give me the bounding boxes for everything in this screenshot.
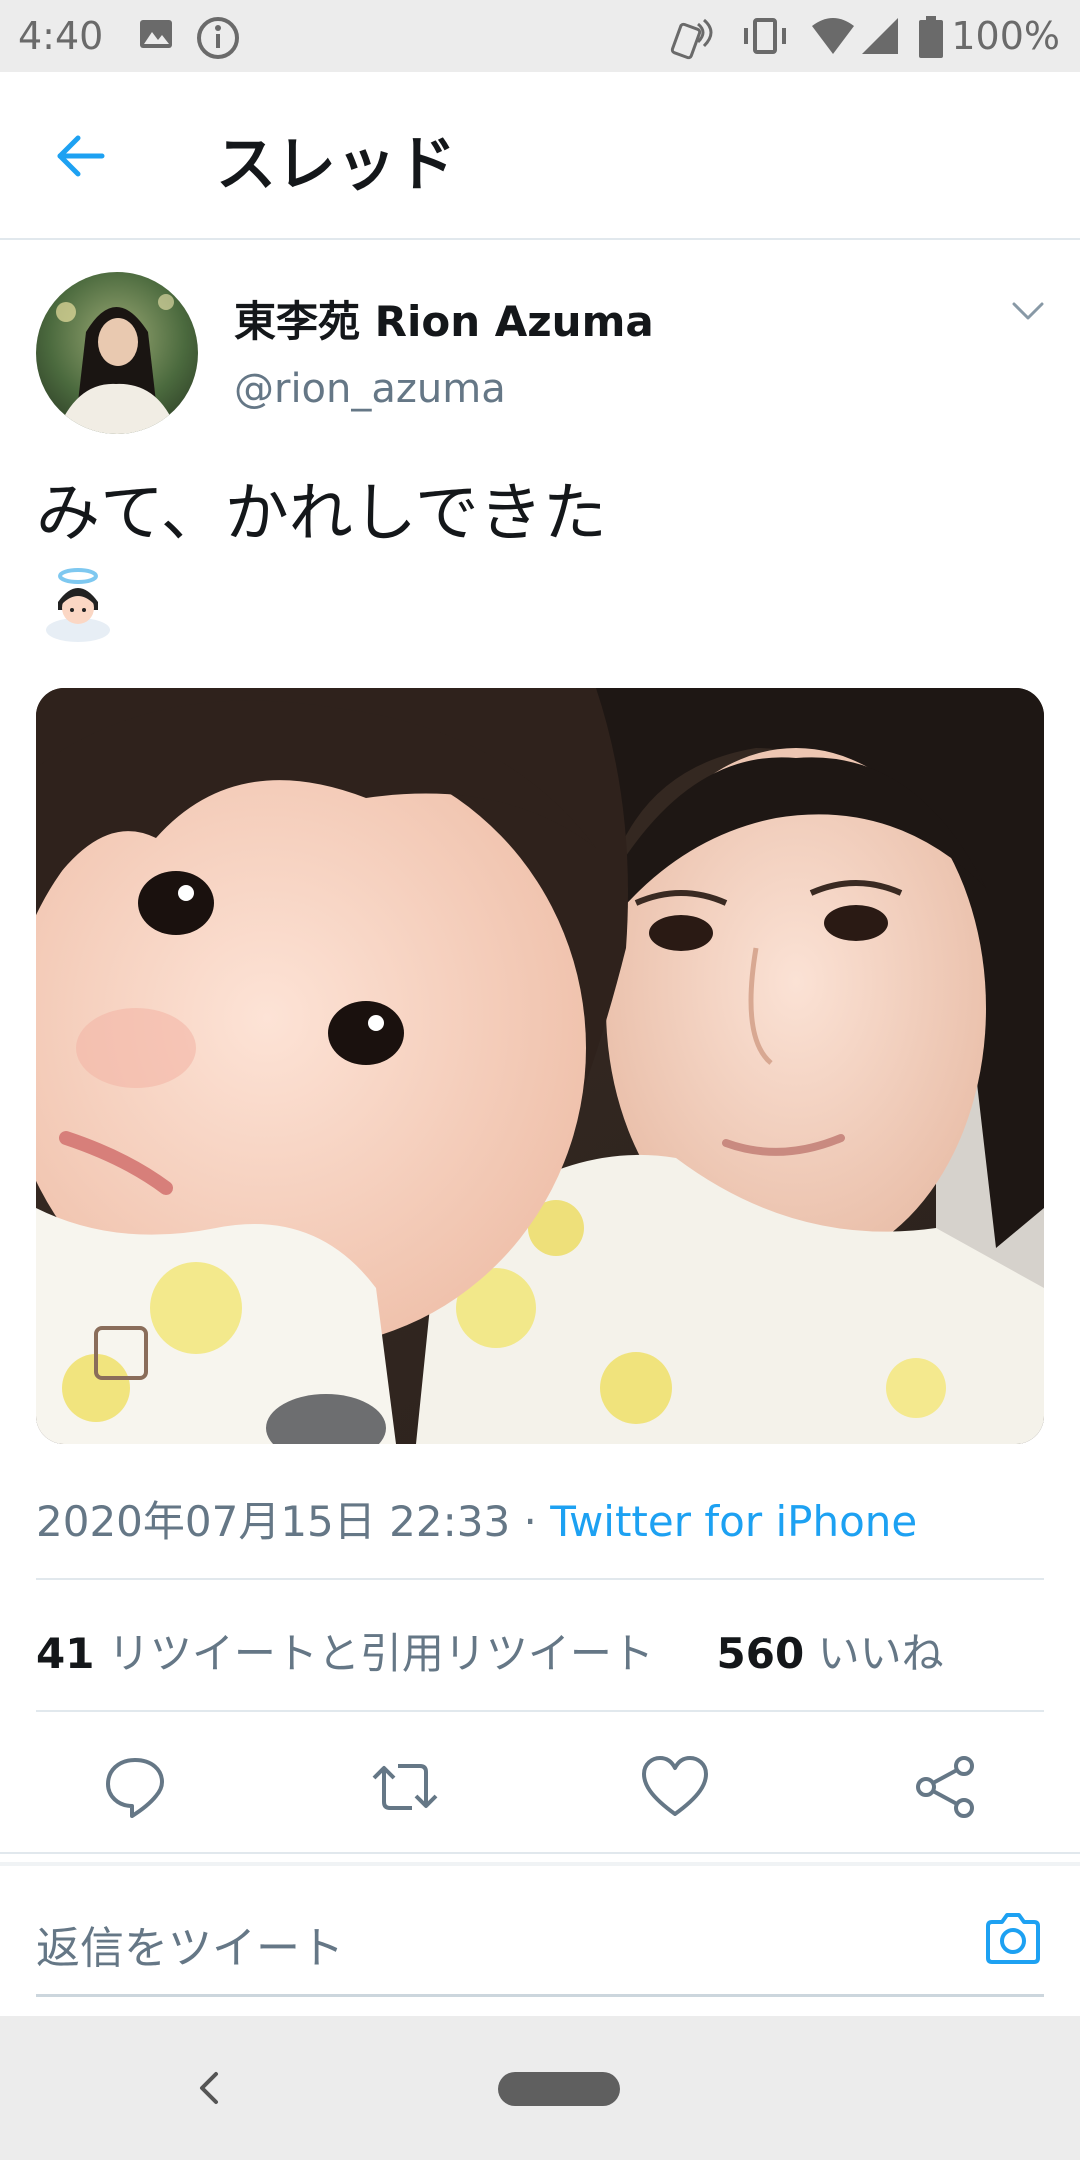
chevron-down-icon[interactable]: [1010, 300, 1046, 324]
wifi-icon: [812, 18, 854, 54]
status-time: 4:40: [18, 14, 104, 58]
meta-separator: ·: [510, 1497, 551, 1546]
retweet-count[interactable]: 41: [36, 1629, 94, 1678]
arrow-left-icon[interactable]: [52, 128, 108, 184]
reply-underline: [36, 1994, 1044, 1997]
divider: [36, 1578, 1044, 1580]
like-label[interactable]: いいね: [818, 1629, 944, 1678]
nav-back-icon[interactable]: [194, 2068, 224, 2108]
divider: [36, 1710, 1044, 1712]
vibrate-icon: [744, 18, 786, 54]
user-handle[interactable]: @rion_azuma: [234, 366, 506, 412]
tweet-text: みて、かれしできた: [36, 477, 607, 551]
like-icon[interactable]: [640, 1752, 710, 1822]
signal-icon: [862, 18, 898, 54]
nfc-icon: [670, 18, 713, 60]
like-count[interactable]: 560: [717, 1629, 805, 1678]
angel-emoji: [46, 568, 110, 642]
battery-percent: 100%: [951, 14, 1060, 58]
reply-input[interactable]: 返信をツイート: [36, 1912, 344, 1976]
retweet-label[interactable]: リツイートと引用リツイート: [108, 1629, 654, 1678]
page-title: スレッド: [216, 130, 456, 200]
tweet-stats: 41 リツイートと引用リツイート 560 いいね: [36, 1620, 944, 1681]
retweet-icon[interactable]: [370, 1752, 440, 1822]
tweet-photo[interactable]: [36, 688, 1044, 1444]
battery-icon: [919, 16, 943, 58]
display-name[interactable]: 東李苑 Rion Azuma: [234, 288, 654, 349]
avatar[interactable]: [36, 272, 198, 434]
tweet-meta: 2020年07月15日 22:33 · Twitter for iPhone: [36, 1488, 917, 1549]
app-bar: スレッド: [0, 72, 1080, 240]
image-icon: [140, 20, 172, 48]
tweet-source-link[interactable]: Twitter for iPhone: [550, 1497, 917, 1546]
share-icon[interactable]: [910, 1752, 980, 1822]
status-bar: 4:40 100%: [0, 0, 1080, 72]
nav-home-button[interactable]: [498, 2072, 620, 2106]
tweet-date: 2020年07月15日 22:33: [36, 1497, 511, 1546]
reply-icon[interactable]: [100, 1752, 170, 1822]
divider: [0, 1852, 1080, 1854]
camera-icon[interactable]: [982, 1908, 1044, 1970]
info-icon: [197, 17, 239, 59]
